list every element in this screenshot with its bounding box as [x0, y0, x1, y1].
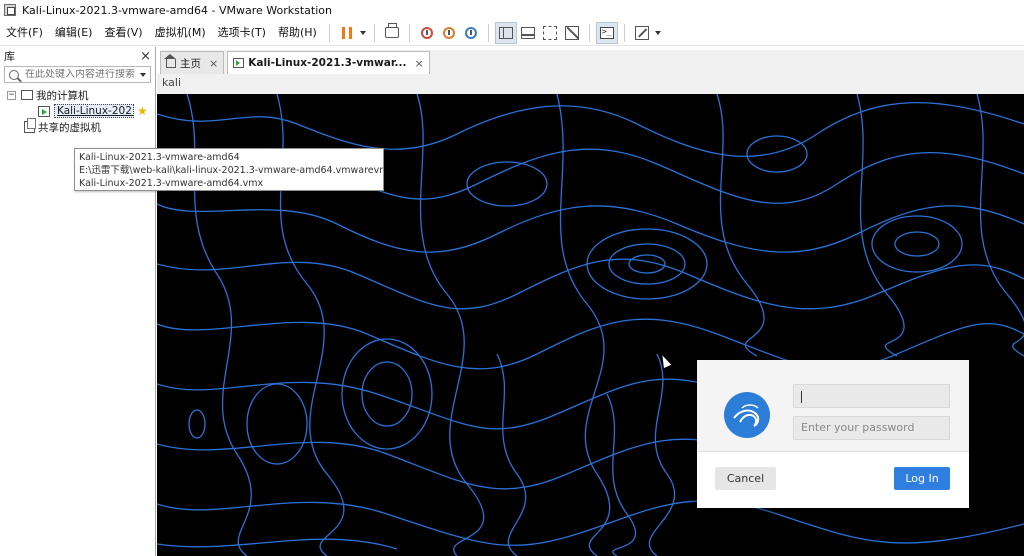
unity-icon — [564, 25, 579, 40]
snapshot-manager-button[interactable] — [460, 22, 482, 44]
tab-vm[interactable]: Kali-Linux-2021.3-vmwar... × — [227, 51, 430, 74]
power-dropdown[interactable] — [358, 22, 368, 44]
thumbnail-bar-button[interactable] — [517, 22, 539, 44]
send-ctrl-alt-del-icon — [384, 23, 399, 38]
close-icon[interactable]: × — [140, 49, 151, 64]
log-in-button[interactable]: Log In — [894, 467, 950, 490]
password-field[interactable]: Enter your password — [793, 416, 950, 440]
library-search[interactable] — [4, 66, 151, 83]
library-search-input[interactable] — [25, 69, 135, 80]
stretch-button[interactable] — [631, 22, 653, 44]
pause-button[interactable] — [336, 22, 358, 44]
tooltip-line: Kali-Linux-2021.3-vmware-amd64.vmx — [79, 178, 264, 189]
tooltip-line: E:\迅雷下载\web-kali\kali-linux-2021.3-vmwar… — [79, 165, 384, 176]
vm-running-icon — [38, 105, 50, 117]
login-dialog: Enter your password Cancel Log In — [697, 360, 969, 508]
library-tree: − 我的计算机 Kali-Linux-2021.3- ★ 共享的虚拟机 — [0, 87, 155, 135]
vm-name-bar: kali — [157, 74, 1024, 94]
snapshot-revert-button[interactable] — [438, 22, 460, 44]
tab-home[interactable]: 主页 × — [160, 51, 225, 74]
chevron-down-icon[interactable] — [140, 72, 146, 77]
tab-bar: 主页 × Kali-Linux-2021.3-vmwar... × — [160, 50, 1024, 74]
snapshot-manager-icon — [464, 26, 477, 39]
menu-tabs[interactable]: 选项卡(T) — [212, 22, 272, 44]
console-view-button[interactable]: >_ — [595, 21, 618, 44]
library-view-icon — [498, 26, 513, 39]
tooltip-line: Kali-Linux-2021.3-vmware-amd64 — [79, 152, 240, 163]
menu-edit[interactable]: 编辑(E) — [49, 22, 99, 44]
stretch-icon — [634, 25, 649, 40]
send-ctrl-alt-del-button[interactable] — [381, 22, 403, 44]
tab-label: Kali-Linux-2021.3-vmwar... — [248, 57, 407, 69]
home-icon — [164, 53, 176, 68]
toolbar-separator — [373, 23, 375, 42]
menu-file[interactable]: 文件(F) — [0, 22, 49, 44]
login-form-area: Enter your password — [697, 360, 969, 452]
thumbnail-bar-icon — [520, 26, 535, 39]
vm-running-icon — [233, 58, 245, 68]
toolbar-separator — [623, 23, 625, 42]
star-icon[interactable]: ★ — [137, 104, 148, 118]
computer-icon — [21, 90, 33, 100]
tree-item-label: Kali-Linux-2021.3- — [54, 104, 134, 118]
menu-vm[interactable]: 虚拟机(M) — [149, 22, 212, 44]
window-title: Kali-Linux-2021.3-vmware-amd64 - VMware … — [22, 3, 332, 17]
toolbar-separator — [328, 23, 330, 42]
close-icon[interactable]: × — [209, 57, 218, 70]
toolbar-separator — [487, 23, 489, 42]
snapshot-revert-icon — [442, 26, 455, 39]
pause-icon — [341, 26, 352, 39]
title-bar: Kali-Linux-2021.3-vmware-amd64 - VMware … — [0, 0, 1024, 20]
library-view-button[interactable] — [494, 21, 517, 44]
search-icon — [9, 69, 19, 80]
unity-button[interactable] — [561, 22, 583, 44]
tree-item-shared-vms[interactable]: 共享的虚拟机 — [0, 118, 155, 135]
full-screen-button[interactable] — [539, 22, 561, 44]
console-view-icon: >_ — [599, 26, 614, 39]
menu-view[interactable]: 查看(V) — [98, 22, 148, 44]
tab-label: 主页 — [180, 57, 201, 70]
kali-dragon-logo-icon — [724, 392, 770, 438]
full-screen-icon — [542, 25, 557, 40]
tree-item-label: 我的计算机 — [36, 89, 89, 102]
snapshot-take-button[interactable] — [416, 22, 438, 44]
toolbar-separator — [588, 23, 590, 42]
menu-help[interactable]: 帮助(H) — [272, 22, 323, 44]
snapshot-take-icon — [420, 26, 433, 39]
toolbar-separator — [408, 23, 410, 42]
username-field[interactable] — [793, 384, 950, 408]
cancel-button[interactable]: Cancel — [715, 467, 776, 490]
menu-bar: 文件(F) 编辑(E) 查看(V) 虚拟机(M) 选项卡(T) 帮助(H) >_ — [0, 20, 1024, 46]
close-icon[interactable]: × — [414, 57, 423, 70]
shared-vm-icon — [24, 118, 36, 133]
library-panel: 库 × − 我的计算机 Kali-Linux-2021.3- ★ 共享的虚拟机 — [0, 47, 156, 556]
stretch-dropdown[interactable] — [653, 22, 663, 44]
library-title: 库 — [4, 50, 15, 63]
vm-path-tooltip: Kali-Linux-2021.3-vmware-amd64 E:\迅雷下载\w… — [74, 148, 384, 191]
tree-item-my-computer[interactable]: − 我的计算机 — [0, 87, 155, 103]
tree-item-vm[interactable]: Kali-Linux-2021.3- ★ — [0, 103, 155, 119]
collapse-icon[interactable]: − — [7, 90, 16, 100]
vmware-app-icon — [4, 4, 16, 16]
tree-item-label: 共享的虚拟机 — [38, 121, 101, 134]
library-header: 库 × — [0, 47, 155, 65]
